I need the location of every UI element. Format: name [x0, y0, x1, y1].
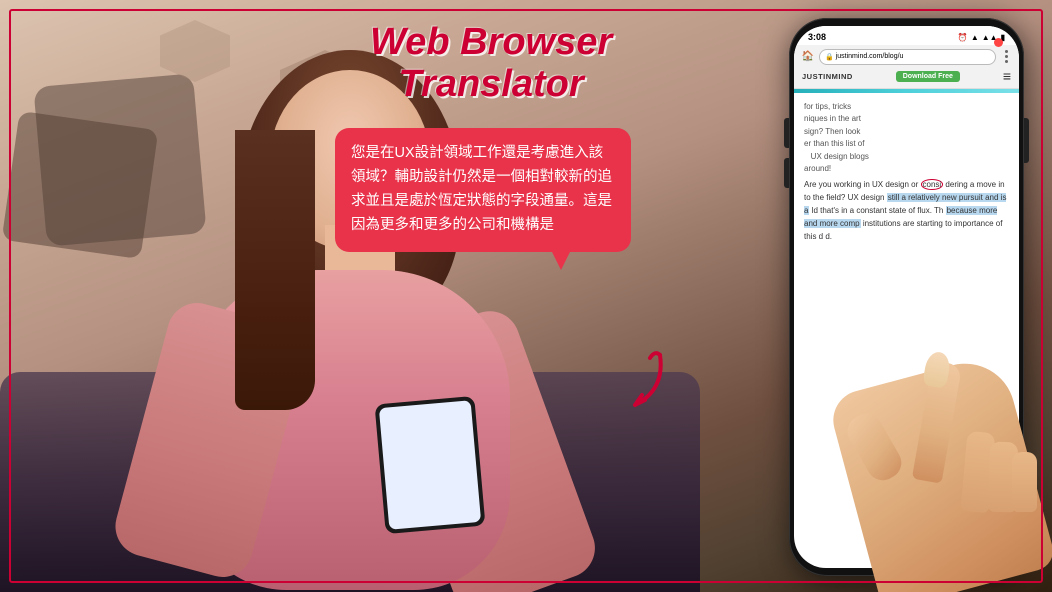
title-area: Web Browser Translator — [370, 22, 612, 106]
url-bar[interactable]: 🔒 justinmind.com/blog/u — [819, 49, 996, 65]
notification-dot — [994, 38, 1003, 47]
phone-content-area: for tips, tricksniques in the artsign? T… — [794, 93, 1019, 251]
phone-volume-button-2 — [784, 158, 789, 188]
title-line2: Translator — [370, 64, 612, 106]
browser-nav-row: 🏠 🔒 justinmind.com/blog/u — [800, 48, 1013, 65]
menu-dot-1 — [1005, 50, 1008, 53]
translation-text: 您是在UX設計領域工作還是考慮進入該領域？輔助設計仍然是一個相對較新的追求並且是… — [351, 145, 612, 233]
more-menu-button[interactable] — [999, 48, 1013, 65]
browser-logo-row: JUSTINMIND Download Free ≡ — [800, 67, 1013, 85]
menu-dot-2 — [1005, 55, 1008, 58]
main-content-text: Are you working in UX design or consi de… — [804, 179, 1009, 243]
lock-icon: 🔒 — [825, 53, 834, 61]
url-text: justinmind.com/blog/u — [836, 53, 904, 60]
browser-chrome: 🏠 🔒 justinmind.com/blog/u JUSTINMIND Dow… — [794, 45, 1019, 89]
download-button[interactable]: Download Free — [896, 71, 960, 82]
browser-logo: JUSTINMIND — [802, 72, 853, 81]
home-button[interactable]: 🏠 — [800, 49, 816, 65]
text-segment-3: ld that's in a constant state of flux. T… — [812, 206, 944, 215]
wifi-icon: ▲ — [971, 33, 979, 42]
intro-text: for tips, tricksniques in the artsign? T… — [804, 102, 869, 173]
text-segment-1: Are you working in UX design or — [804, 180, 921, 189]
phone-status-bar: 3:08 ⏰ ▲ ▲▲ ▮ — [794, 26, 1019, 45]
content-intro: for tips, tricksniques in the artsign? T… — [804, 101, 1009, 175]
text-segment-6: d. — [825, 232, 832, 241]
menu-dot-3 — [1005, 60, 1008, 63]
phone-power-button — [1024, 118, 1029, 163]
bubble-tail — [551, 250, 571, 270]
hamburger-button[interactable]: ≡ — [1003, 68, 1011, 84]
status-time: 3:08 — [808, 32, 826, 42]
text-segment-4: institutions are starting to — [863, 219, 952, 228]
phone-volume-button — [784, 118, 789, 148]
pointing-hand — [832, 332, 1032, 592]
translation-bubble: 您是在UX設計領域工作還是考慮進入該領域？輔助設計仍然是一個相對較新的追求並且是… — [335, 128, 631, 252]
title-line1: Web Browser — [370, 22, 612, 64]
alarm-icon: ⏰ — [958, 33, 968, 42]
circled-text: consi — [921, 179, 944, 190]
arrow-indicator — [590, 340, 675, 430]
